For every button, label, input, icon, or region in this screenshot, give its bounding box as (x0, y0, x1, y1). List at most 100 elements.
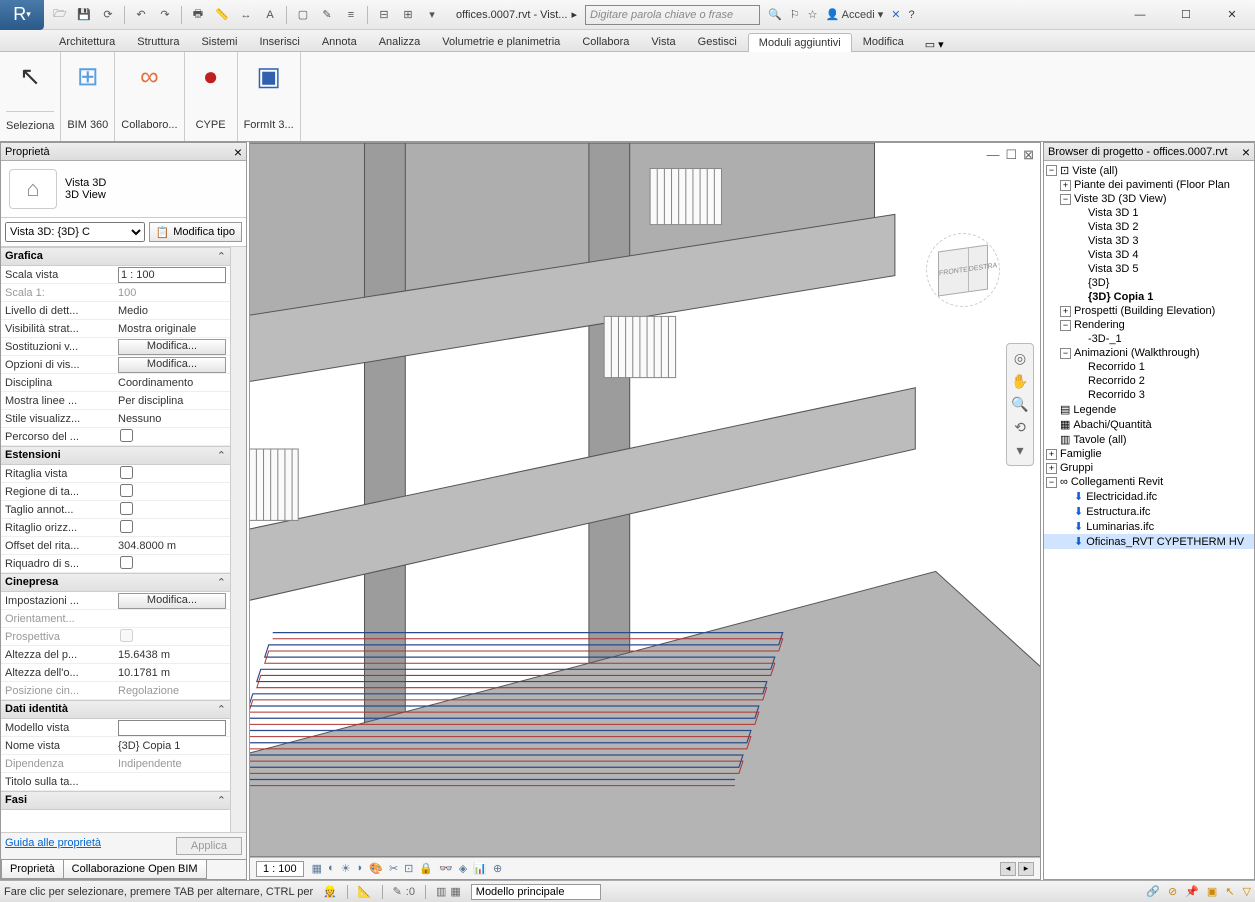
box-icon[interactable]: ▢ (293, 5, 313, 25)
viewcube[interactable]: FRONTE DESTRA (926, 233, 1000, 307)
ribbon-group[interactable]: ●CYPE (185, 52, 238, 141)
sync-icon[interactable]: ⟳ (98, 5, 118, 25)
ribbon-group[interactable]: ⊞BIM 360 (61, 52, 115, 141)
ribbon-tab[interactable]: Annota (311, 32, 368, 51)
save-icon[interactable]: 💾 (74, 5, 94, 25)
sb-icon[interactable]: 👷 (323, 885, 337, 898)
ribbon-tab[interactable]: Struttura (126, 32, 190, 51)
close-icon[interactable]: × (234, 145, 242, 159)
print-icon[interactable]: 🖶 (188, 5, 208, 25)
property-section-header[interactable]: Grafica⌃ (1, 247, 230, 266)
exchange-icon[interactable]: ✕ (891, 8, 900, 21)
crop-region-icon[interactable]: ⊡ (404, 862, 413, 875)
visual-style-icon[interactable]: ◐ (328, 862, 335, 875)
tree-item[interactable]: +Gruppi (1044, 461, 1254, 475)
open-icon[interactable]: 🗁 (50, 5, 70, 25)
view-scale[interactable]: 1 : 100 (256, 861, 304, 877)
tree-item[interactable]: Vista 3D 3 (1044, 234, 1254, 248)
tree-toggle-icon[interactable]: + (1046, 463, 1057, 474)
filter-icon[interactable]: ▽ (1243, 885, 1251, 898)
tree-item[interactable]: −Rendering (1044, 318, 1254, 332)
undo-icon[interactable]: ↶ (131, 5, 151, 25)
scroll-right-icon[interactable]: ▸ (1018, 862, 1034, 876)
ribbon-tab[interactable]: Modifica (852, 32, 915, 51)
reveal-icon[interactable]: ◈ (459, 862, 467, 875)
tree-item[interactable]: Vista 3D 1 (1044, 206, 1254, 220)
ribbon-tab[interactable]: Architettura (48, 32, 126, 51)
search-input[interactable]: Digitare parola chiave o frase (585, 5, 760, 25)
lock-icon[interactable]: 🔒 (419, 862, 433, 875)
tree-item[interactable]: ▥Tavole (all) (1044, 432, 1254, 447)
property-value[interactable]: Mostra originale (118, 323, 196, 335)
highlight-icon[interactable]: ⊕ (493, 862, 502, 875)
search-icon[interactable]: 🔍 (768, 8, 782, 21)
vc-minimize-icon[interactable]: — (986, 147, 999, 163)
zoom-icon[interactable]: 🔍 (1011, 396, 1028, 413)
tree-item[interactable]: Recorrido 1 (1044, 360, 1254, 374)
ribbon-group[interactable]: ∞Collaboro... (115, 52, 184, 141)
text-icon[interactable]: A (260, 5, 280, 25)
tree-item[interactable]: −⊡Viste (all) (1044, 163, 1254, 178)
tree-item[interactable]: +Piante dei pavimenti (Floor Plan (1044, 178, 1254, 192)
property-checkbox[interactable] (120, 502, 133, 515)
property-value[interactable]: 1 : 100 (118, 267, 226, 283)
favorite-icon[interactable]: ☆ (808, 8, 818, 21)
sb-icon[interactable]: ▥ (436, 885, 446, 898)
nav-dropdown-icon[interactable]: ▾ (1016, 442, 1023, 459)
close-icon[interactable]: × (1242, 145, 1250, 159)
instance-select[interactable]: Vista 3D: {3D} C (5, 222, 145, 242)
panel-tab[interactable]: Proprietà (1, 860, 64, 879)
tree-toggle-icon[interactable]: − (1060, 348, 1071, 359)
sun-path-icon[interactable]: ☀ (341, 862, 351, 875)
close-hidden-icon[interactable]: ⊟ (374, 5, 394, 25)
property-value[interactable]: Nessuno (118, 413, 161, 425)
property-value[interactable]: 304.8000 m (118, 540, 176, 552)
property-edit-button[interactable]: Modifica... (118, 339, 226, 355)
property-value[interactable]: Coordinamento (118, 377, 193, 389)
property-section-header[interactable]: Cinepresa⌃ (1, 573, 230, 592)
tree-toggle-icon[interactable]: − (1060, 320, 1071, 331)
ribbon-tab[interactable]: Sistemi (190, 32, 248, 51)
ribbon-group[interactable]: ▣FormIt 3... (238, 52, 301, 141)
temp-hide-icon[interactable]: 👓 (439, 862, 453, 875)
ribbon-view-toggle[interactable]: ▭ ▾ (925, 38, 944, 51)
vc-close-icon[interactable]: ⊠ (1023, 147, 1034, 163)
tree-item[interactable]: +Prospetti (Building Elevation) (1044, 304, 1254, 318)
section-icon[interactable]: ✎ (317, 5, 337, 25)
minimize-button[interactable]: — (1117, 0, 1163, 30)
property-checkbox[interactable] (120, 429, 133, 442)
tree-toggle-icon[interactable]: + (1060, 306, 1071, 317)
workset-select[interactable]: Modello principale (471, 884, 601, 900)
tree-item[interactable]: ⬇Estructura.ifc (1044, 504, 1254, 519)
select-underlay-icon[interactable]: ⊘ (1168, 885, 1177, 898)
select-pinned-icon[interactable]: 📌 (1185, 885, 1199, 898)
tree-item[interactable]: Vista 3D 2 (1044, 220, 1254, 234)
ribbon-tab[interactable]: Volumetrie e planimetria (431, 32, 571, 51)
property-checkbox[interactable] (120, 556, 133, 569)
scroll-left-icon[interactable]: ◂ (1000, 862, 1016, 876)
tree-item[interactable]: {3D} Copia 1 (1044, 290, 1254, 304)
property-value[interactable]: {3D} Copia 1 (118, 740, 180, 752)
tree-item[interactable]: +Famiglie (1044, 447, 1254, 461)
select-links-icon[interactable]: 🔗 (1146, 885, 1160, 898)
dimension-icon[interactable]: ↔ (236, 5, 256, 25)
ribbon-tab[interactable]: Vista (640, 32, 686, 51)
apply-button[interactable]: Applica (176, 837, 242, 855)
pan-icon[interactable]: ✋ (1011, 373, 1028, 390)
ribbon-group[interactable]: ↖Seleziona (0, 52, 61, 141)
signin-button[interactable]: 👤 Accedi ▾ (825, 8, 883, 21)
analytic-icon[interactable]: 📊 (473, 862, 487, 875)
property-value[interactable]: Medio (118, 305, 148, 317)
measure-icon[interactable]: 📏 (212, 5, 232, 25)
property-checkbox[interactable] (120, 466, 133, 479)
property-checkbox[interactable] (120, 484, 133, 497)
crop-icon[interactable]: ✂ (389, 862, 398, 875)
app-logo[interactable]: R▾ (0, 0, 44, 30)
sb-icon[interactable]: 📐 (358, 885, 372, 898)
tree-item[interactable]: -3D-_1 (1044, 332, 1254, 346)
tree-item[interactable]: Vista 3D 4 (1044, 248, 1254, 262)
viewport[interactable]: — ☐ ⊠ FRONTE DESTRA ◎ ✋ 🔍 ⟲ ▾ (249, 142, 1041, 880)
tree-item[interactable]: {3D} (1044, 276, 1254, 290)
sb-icon[interactable]: ▦ (450, 885, 460, 898)
tree-item[interactable]: Recorrido 2 (1044, 374, 1254, 388)
